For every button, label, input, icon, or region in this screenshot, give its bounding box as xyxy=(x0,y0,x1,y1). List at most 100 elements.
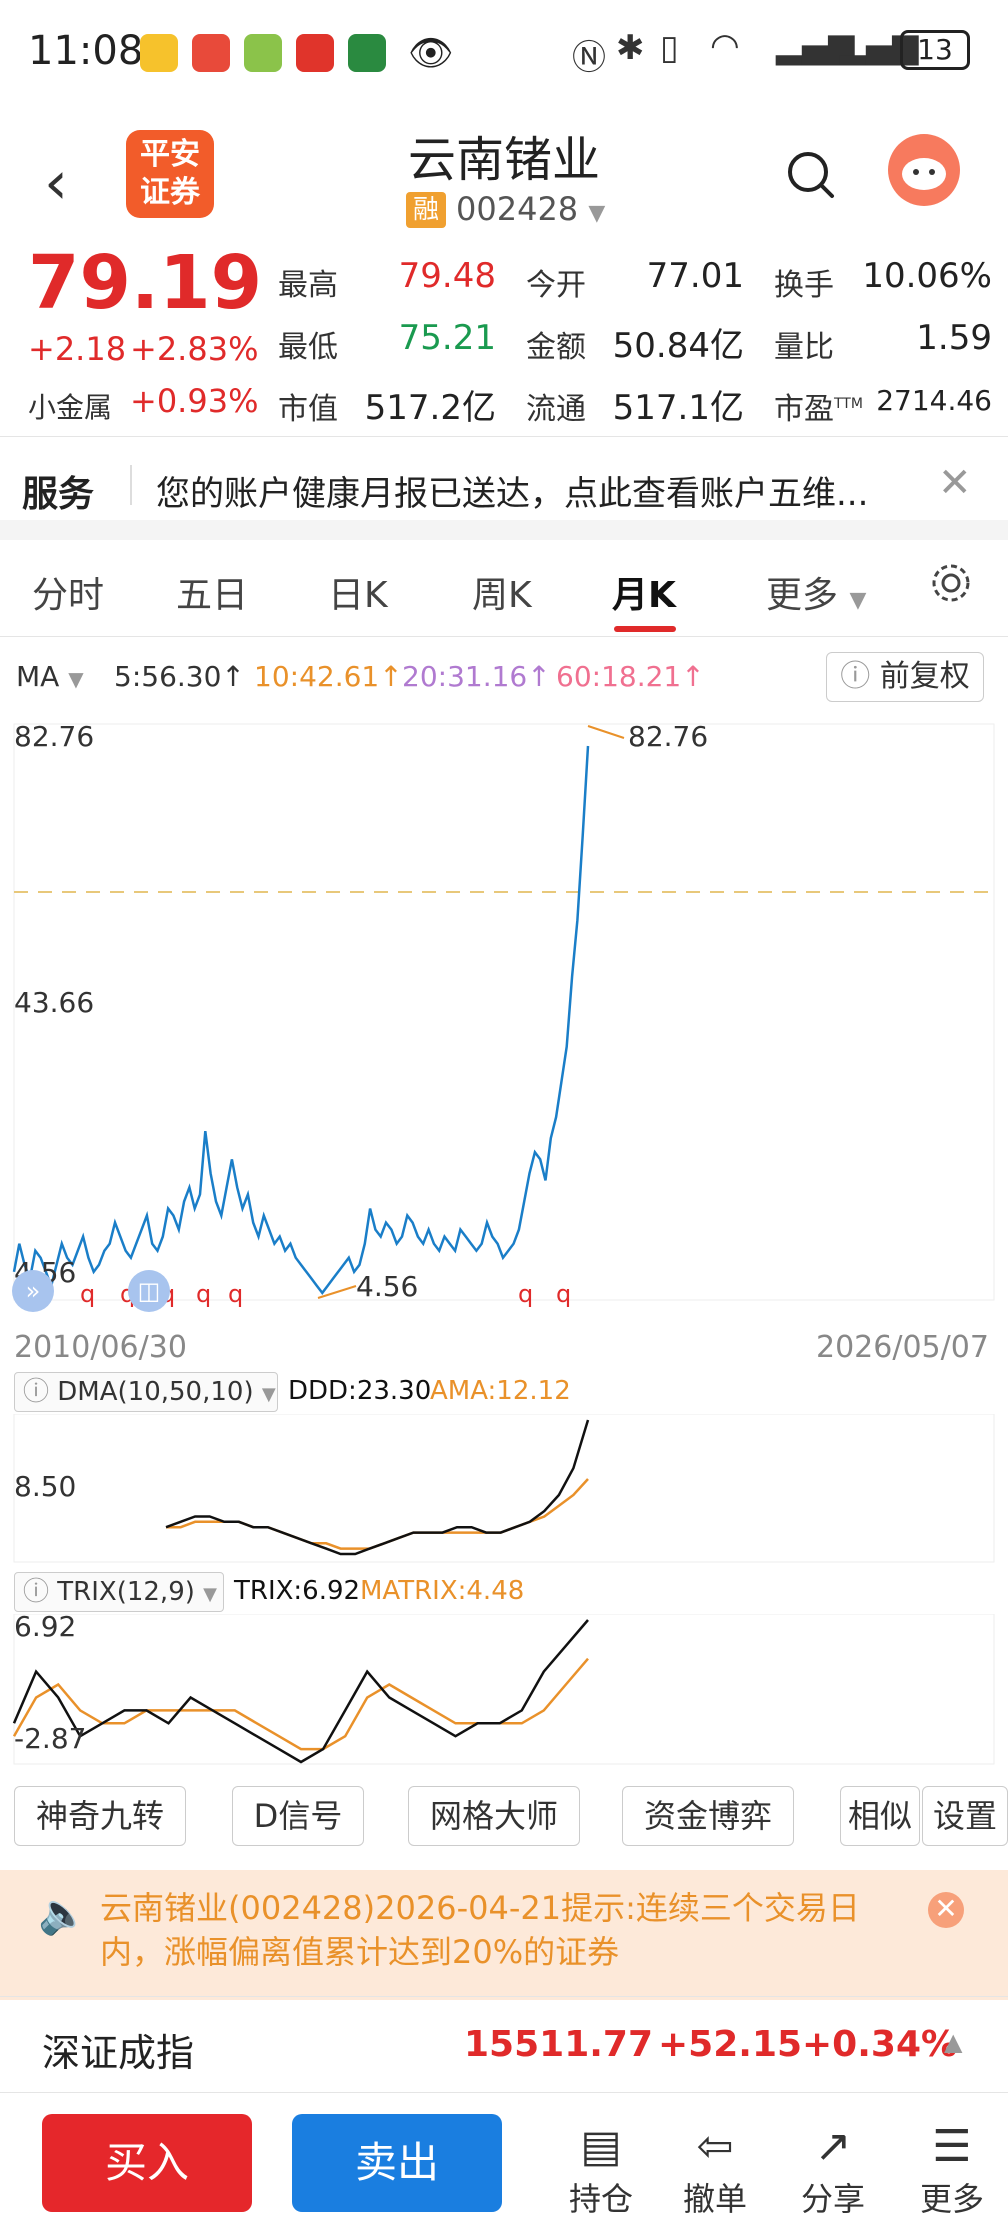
section-band xyxy=(0,520,1008,540)
notice-text: 云南锗业(002428)2026-04-21提示:连续三个交易日内，涨幅偏离值累… xyxy=(100,1889,860,1971)
vibrate-icon: ▯ xyxy=(660,28,679,68)
chevron-down-icon: ▼ xyxy=(588,201,606,226)
turnover-value: 10.06% xyxy=(862,256,992,296)
nav-positions[interactable]: ▤ 持仓 xyxy=(556,2120,646,2220)
price-line xyxy=(12,745,590,1295)
current-price: 79.19 xyxy=(28,240,263,326)
chevron-up-icon[interactable]: ▲ xyxy=(944,2028,962,2056)
y-axis-mid-label: 43.66 xyxy=(14,986,95,1019)
undo-icon: ⇦ xyxy=(696,2121,734,2172)
travel-app-icon xyxy=(348,34,386,72)
price-change: +2.18 xyxy=(28,330,127,368)
signal-marker: q xyxy=(80,1280,95,1308)
divider xyxy=(0,2092,1008,2093)
trix-selector[interactable]: ⓘ TRIX(12,9) ▼ xyxy=(14,1572,224,1612)
chevron-down-icon: ▼ xyxy=(203,1584,217,1605)
max-annotation: 82.76 xyxy=(628,720,709,753)
turnover-label: 换手 xyxy=(774,268,834,303)
share-icon: ↗ xyxy=(814,2121,852,2172)
overlay-icon[interactable]: ◫ xyxy=(128,1270,170,1312)
margin-badge: 融 xyxy=(406,192,446,228)
gear-icon[interactable] xyxy=(928,560,974,610)
buy-button[interactable]: 买入 xyxy=(42,2114,252,2212)
tool-similar[interactable]: 相似 xyxy=(840,1786,920,1846)
tool-settings[interactable]: 设置 xyxy=(922,1786,1008,1846)
tool-grid-master[interactable]: 网格大师 xyxy=(408,1786,580,1846)
max-leader-line xyxy=(587,725,625,739)
info-icon: ⓘ xyxy=(23,1377,50,1407)
pe-value: 2714.46 xyxy=(876,384,992,417)
index-name[interactable]: 深证成指 xyxy=(42,2022,194,2077)
open-value: 77.01 xyxy=(646,256,744,296)
min-annotation: 4.56 xyxy=(356,1270,419,1303)
x-axis-start: 2010/06/30 xyxy=(14,1330,187,1365)
service-title: 服务 xyxy=(22,474,95,515)
service-message[interactable]: 您的账户健康月报已送达，点此查看账户五维... xyxy=(156,466,936,515)
chevron-down-icon: ▼ xyxy=(849,588,867,613)
close-icon[interactable]: ✕ xyxy=(928,1892,964,1928)
tool-magic-nine[interactable]: 神奇九转 xyxy=(14,1786,186,1846)
high-value: 79.48 xyxy=(398,256,496,296)
broker-logo: 平安 证券 xyxy=(126,130,214,218)
ma5-value: 5:56.30↑ xyxy=(114,660,245,693)
chevron-down-icon: ▼ xyxy=(68,667,84,691)
tab-intraday[interactable]: 分时 xyxy=(32,566,104,618)
dma-frame xyxy=(13,1414,995,1563)
info-icon: ⓘ xyxy=(23,1577,50,1607)
nav-cancel-order[interactable]: ⇦ 撤单 xyxy=(670,2120,760,2220)
wifi-icon: ◠ xyxy=(710,26,740,66)
vol-ratio-label: 量比 xyxy=(774,330,834,365)
stock-title: 云南锗业 xyxy=(407,132,600,188)
active-tab-indicator xyxy=(614,626,676,632)
sector-pct: +0.93% xyxy=(130,382,259,420)
assistant-avatar[interactable] xyxy=(888,134,960,206)
dma-chart[interactable] xyxy=(0,1414,1008,1566)
tool-capital-game[interactable]: 资金博弈 xyxy=(622,1786,794,1846)
battery-icon: 13 xyxy=(900,30,970,70)
index-change: +52.15 xyxy=(658,2024,803,2065)
tab-daily-k[interactable]: 日K xyxy=(328,566,388,618)
ddd-line xyxy=(165,1419,590,1556)
vol-ratio-value: 1.59 xyxy=(916,318,992,358)
matrix-line xyxy=(12,1657,589,1751)
dma-y-label: 8.50 xyxy=(14,1470,77,1503)
close-icon[interactable]: ✕ xyxy=(938,460,972,506)
signal-marker: q xyxy=(556,1280,571,1308)
back-icon[interactable]: ‹ xyxy=(44,148,68,218)
adjust-button[interactable]: ⓘ 前复权 xyxy=(826,652,984,702)
index-value: 15511.77 xyxy=(464,2024,654,2065)
service-separator xyxy=(130,465,132,505)
amount-label: 金额 xyxy=(526,330,586,365)
ama-line xyxy=(166,1478,589,1550)
tab-monthly-k[interactable]: 月K xyxy=(612,566,676,618)
status-time: 11:08 xyxy=(28,28,144,74)
search-icon[interactable] xyxy=(784,148,838,206)
tab-weekly-k[interactable]: 周K xyxy=(472,566,532,618)
dma-selector[interactable]: ⓘ DMA(10,50,10) ▼ xyxy=(14,1372,278,1412)
trix-chart[interactable] xyxy=(0,1614,1008,1770)
sector-name[interactable]: 小金属 xyxy=(28,386,112,426)
float-label: 流通 xyxy=(526,392,586,427)
info-icon: ⓘ xyxy=(840,659,871,694)
chart-frame xyxy=(13,723,995,1301)
float-value: 517.1亿 xyxy=(612,388,744,428)
stock-code[interactable]: 002428 ▼ xyxy=(456,190,605,228)
sell-button[interactable]: 卖出 xyxy=(292,2114,502,2212)
index-pct: +0.34% xyxy=(802,2024,958,2065)
tab-more[interactable]: 更多 ▼ xyxy=(766,566,866,618)
tool-d-signal[interactable]: D信号 xyxy=(232,1786,364,1846)
nav-share[interactable]: ↗ 分享 xyxy=(788,2120,878,2220)
low-value: 75.21 xyxy=(398,318,496,358)
nav-more[interactable]: ☰ 更多 xyxy=(904,2120,1000,2220)
trix-line xyxy=(12,1619,589,1764)
chevron-down-icon: ▼ xyxy=(261,1384,276,1405)
signal-marker: q xyxy=(196,1280,211,1308)
high-label: 最高 xyxy=(278,268,338,303)
tab-five-day[interactable]: 五日 xyxy=(176,566,248,618)
expand-icon[interactable]: » xyxy=(12,1270,54,1312)
ma60-value: 60:18.21↑ xyxy=(556,660,705,693)
x-axis-end: 2026/05/07 xyxy=(816,1330,989,1365)
ma-selector[interactable]: MA ▼ xyxy=(16,660,84,693)
price-chart[interactable]: qqqqqqq xyxy=(0,716,1008,1316)
video-app-icon xyxy=(296,34,334,72)
